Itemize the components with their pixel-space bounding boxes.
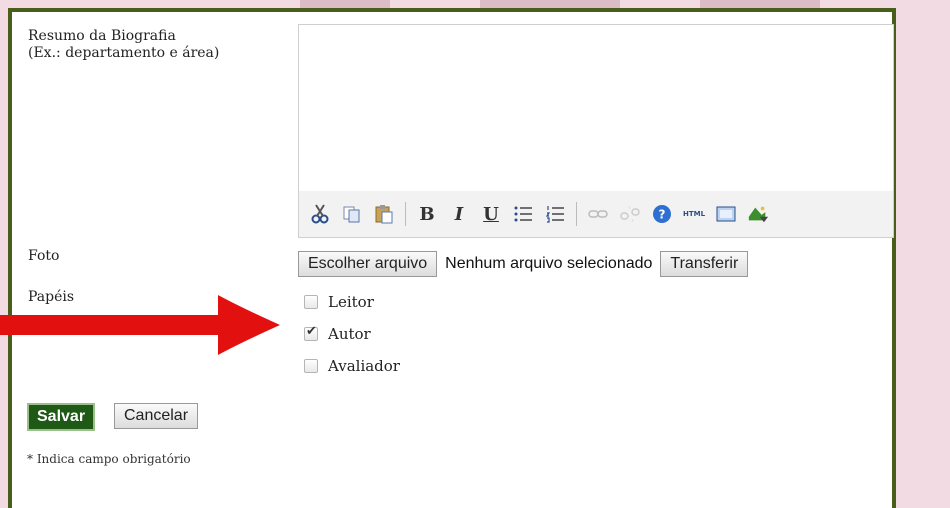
role-label-avaliador: Avaliador xyxy=(328,357,400,375)
unlink-icon[interactable] xyxy=(619,203,641,225)
image-icon[interactable] xyxy=(747,203,769,225)
file-status-text: Nenhum arquivo selecionado xyxy=(445,255,653,272)
paste-icon[interactable] xyxy=(373,203,395,225)
form-panel: Resumo da Biografia (Ex.: departamento e… xyxy=(8,8,896,508)
required-field-note: * Indica campo obrigatório xyxy=(27,452,191,466)
editor-toolbar: B I U ? HTML xyxy=(299,191,893,237)
cancel-button[interactable]: Cancelar xyxy=(114,403,199,429)
toolbar-separator xyxy=(576,202,577,226)
role-checkbox-avaliador[interactable] xyxy=(304,359,318,373)
bio-label-hint: (Ex.: departamento e área) xyxy=(28,45,220,61)
choose-file-button[interactable]: Escolher arquivo xyxy=(298,251,438,277)
role-label-leitor: Leitor xyxy=(328,293,374,311)
html-icon[interactable]: HTML xyxy=(683,203,705,225)
svg-text:?: ? xyxy=(659,208,666,222)
numbered-list-icon[interactable] xyxy=(544,203,566,225)
fullscreen-icon[interactable] xyxy=(715,203,737,225)
copy-icon[interactable] xyxy=(341,203,363,225)
photo-file-input: Escolher arquivo Nenhum arquivo selecion… xyxy=(298,251,749,277)
role-option-avaliador[interactable]: Avaliador xyxy=(304,357,400,375)
save-button[interactable]: Salvar xyxy=(27,403,96,431)
role-checkbox-leitor[interactable] xyxy=(304,295,318,309)
cut-icon[interactable] xyxy=(309,203,331,225)
toolbar-separator xyxy=(405,202,406,226)
role-label-autor: Autor xyxy=(328,325,371,343)
bio-label-title: Resumo da Biografia xyxy=(28,28,176,44)
link-icon[interactable] xyxy=(587,203,609,225)
underline-icon[interactable]: U xyxy=(480,203,502,225)
role-option-autor[interactable]: Autor xyxy=(304,324,371,343)
italic-icon[interactable]: I xyxy=(448,203,470,225)
bio-rich-text-editor: B I U ? HTML xyxy=(298,24,894,238)
photo-label: Foto xyxy=(28,248,60,264)
bio-label: Resumo da Biografia (Ex.: departamento e… xyxy=(28,28,219,62)
help-icon[interactable]: ? xyxy=(651,203,673,225)
bold-icon[interactable]: B xyxy=(416,203,438,225)
role-checkbox-autor[interactable] xyxy=(304,324,318,341)
upload-button[interactable]: Transferir xyxy=(660,251,749,277)
role-option-leitor[interactable]: Leitor xyxy=(304,293,374,311)
bullet-list-icon[interactable] xyxy=(512,203,534,225)
bio-textarea[interactable] xyxy=(299,25,893,191)
red-arrow-annotation xyxy=(0,295,280,355)
